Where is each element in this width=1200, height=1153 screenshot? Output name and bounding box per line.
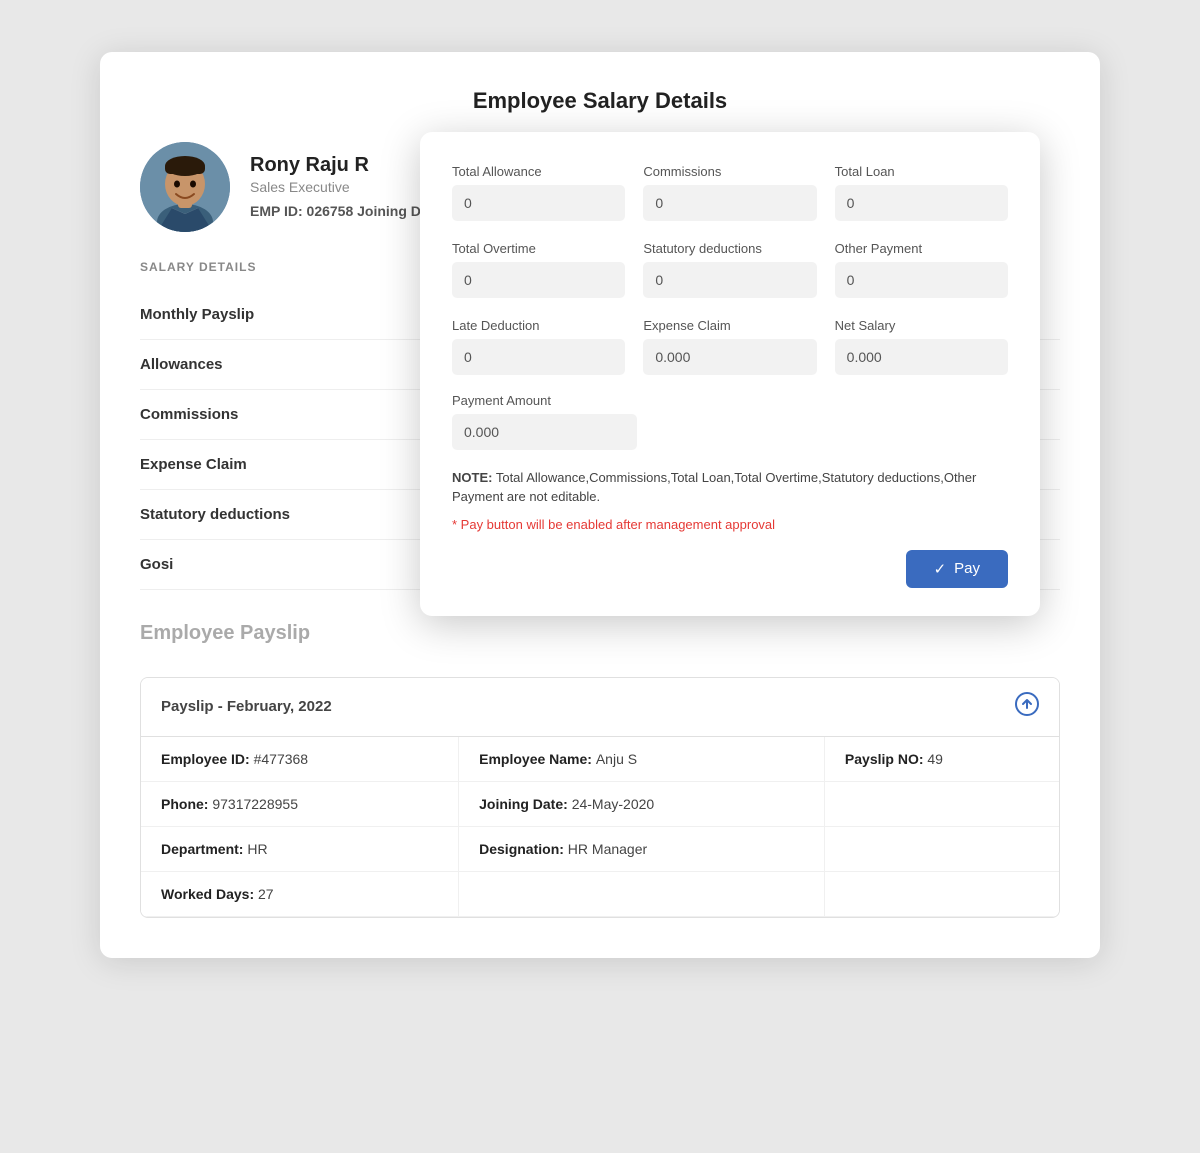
payslip-table: Employee ID: #477368Employee Name: Anju …: [141, 737, 1059, 917]
table-cell: Worked Days: 27: [141, 871, 459, 916]
table-cell: Designation: HR Manager: [459, 826, 825, 871]
field-group-expense-claim: Expense Claim: [643, 318, 816, 375]
modal-fields-grid: Total Allowance Commissions Total Loan Tota…: [452, 164, 1008, 375]
field-group-commissions: Commissions: [643, 164, 816, 221]
payslip-header: Payslip - February, 2022: [141, 678, 1059, 737]
avatar: [140, 142, 230, 232]
table-cell: Payslip NO: 49: [824, 737, 1059, 782]
label-commissions: Commissions: [643, 164, 816, 179]
input-commissions[interactable]: [643, 185, 816, 221]
table-row: Worked Days: 27: [141, 871, 1059, 916]
label-total-loan: Total Loan: [835, 164, 1008, 179]
label-other-payment: Other Payment: [835, 241, 1008, 256]
table-row: Phone: 97317228955Joining Date: 24-May-2…: [141, 781, 1059, 826]
label-total-overtime: Total Overtime: [452, 241, 625, 256]
payslip-section: Payslip - February, 2022 Employee: [140, 677, 1060, 918]
input-expense-claim[interactable]: [643, 339, 816, 375]
input-late-deduction[interactable]: [452, 339, 625, 375]
approval-note: * Pay button will be enabled after manag…: [452, 517, 1008, 532]
upload-icon[interactable]: [1015, 692, 1039, 722]
table-cell: [824, 826, 1059, 871]
payslip-period: Payslip - February, 2022: [161, 698, 332, 715]
label-statutory-deductions: Statutory deductions: [643, 241, 816, 256]
employee-meta: EMP ID: 026758 Joining Da: [250, 203, 429, 219]
pay-button-label: Pay: [954, 560, 980, 577]
field-group-total-overtime: Total Overtime: [452, 241, 625, 298]
pay-check-icon: ✓: [934, 560, 947, 578]
field-group-net-salary: Net Salary: [835, 318, 1008, 375]
input-other-payment[interactable]: [835, 262, 1008, 298]
table-row: Department: HRDesignation: HR Manager: [141, 826, 1059, 871]
payslip-heading: Employee Payslip: [140, 622, 1060, 645]
table-cell: Employee ID: #477368: [141, 737, 459, 782]
field-group-late-deduction: Late Deduction: [452, 318, 625, 375]
input-statutory-deductions[interactable]: [643, 262, 816, 298]
modal-card: Total Allowance Commissions Total Loan Tota…: [420, 132, 1040, 616]
label-net-salary: Net Salary: [835, 318, 1008, 333]
pay-button-container: ✓ Pay: [452, 550, 1008, 588]
field-group-other-payment: Other Payment: [835, 241, 1008, 298]
table-cell: Department: HR: [141, 826, 459, 871]
table-cell: [459, 871, 825, 916]
input-net-salary[interactable]: [835, 339, 1008, 375]
field-group-total-loan: Total Loan: [835, 164, 1008, 221]
table-cell: [824, 871, 1059, 916]
label-late-deduction: Late Deduction: [452, 318, 625, 333]
table-cell: [824, 781, 1059, 826]
field-group-statutory-deductions: Statutory deductions: [643, 241, 816, 298]
label-total-allowance: Total Allowance: [452, 164, 625, 179]
employee-name: Rony Raju R: [250, 154, 429, 177]
payment-amount-section: Payment Amount: [452, 393, 1008, 450]
input-total-loan[interactable]: [835, 185, 1008, 221]
note-text: NOTE: Total Allowance,Commissions,Total …: [452, 468, 1008, 507]
table-cell: Joining Date: 24-May-2020: [459, 781, 825, 826]
payment-amount-input[interactable]: [452, 414, 637, 450]
table-row: Employee ID: #477368Employee Name: Anju …: [141, 737, 1059, 782]
table-cell: Phone: 97317228955: [141, 781, 459, 826]
label-expense-claim: Expense Claim: [643, 318, 816, 333]
input-total-overtime[interactable]: [452, 262, 625, 298]
payment-amount-label: Payment Amount: [452, 393, 637, 408]
employee-role: Sales Executive: [250, 179, 429, 195]
field-group-total-allowance: Total Allowance: [452, 164, 625, 221]
input-total-allowance[interactable]: [452, 185, 625, 221]
page-title: Employee Salary Details: [140, 88, 1060, 114]
pay-button[interactable]: ✓ Pay: [906, 550, 1008, 588]
table-cell: Employee Name: Anju S: [459, 737, 825, 782]
employee-info: Rony Raju R Sales Executive EMP ID: 0267…: [250, 154, 429, 219]
